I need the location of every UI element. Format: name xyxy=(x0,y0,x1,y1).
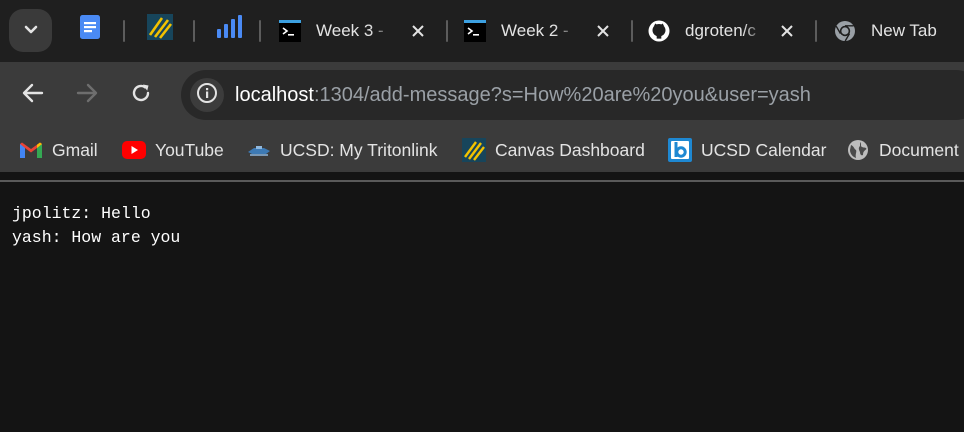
youtube-icon xyxy=(122,138,146,162)
arrow-right-icon xyxy=(76,83,98,108)
close-icon[interactable] xyxy=(776,20,798,42)
chevron-down-icon xyxy=(24,22,38,40)
forward-button[interactable] xyxy=(69,77,105,113)
close-icon[interactable] xyxy=(407,20,429,42)
pinned-tab-docs[interactable] xyxy=(75,14,105,44)
tab-github[interactable]: dgroten/c xyxy=(648,10,808,52)
bookmark-canvas-dashboard[interactable]: Canvas Dashboard xyxy=(462,138,645,162)
gmail-icon xyxy=(19,138,43,162)
url-path: :1304/add-message?s=How%20are%20you&user… xyxy=(313,84,811,106)
reload-icon xyxy=(130,82,152,109)
pinned-tab-canvas[interactable] xyxy=(145,13,175,45)
bookmark-label: UCSD: My Tritonlink xyxy=(280,139,438,160)
bookmark-label: Gmail xyxy=(52,139,98,160)
navigation-toolbar: localhost:1304/add-message?s=How%20are%2… xyxy=(0,62,964,128)
message-line: yash: How are you xyxy=(12,228,181,247)
terminal-icon xyxy=(464,20,486,42)
pinned-tab-analytics[interactable] xyxy=(214,14,244,44)
tab-separator xyxy=(815,20,817,42)
tab-separator xyxy=(193,20,195,42)
google-docs-icon xyxy=(79,14,101,45)
arrow-left-icon xyxy=(22,83,44,108)
tab-title: New Tab xyxy=(871,21,937,40)
back-button[interactable] xyxy=(15,77,51,113)
tab-search-button[interactable] xyxy=(9,9,52,52)
bookmark-label: UCSD Calendar xyxy=(701,139,827,160)
tab-separator xyxy=(259,20,261,42)
message-line: jpolitz: Hello xyxy=(12,204,151,223)
info-icon xyxy=(196,82,218,109)
tab-week-2[interactable]: Week 2 - xyxy=(464,10,624,52)
globe-icon xyxy=(846,138,870,162)
bookmark-label: Document xyxy=(879,139,959,160)
bookmark-ucsd-calendar[interactable]: UCSD Calendar xyxy=(668,138,826,162)
chrome-icon xyxy=(834,20,856,42)
tab-separator xyxy=(446,20,448,42)
bookmark-label: Canvas Dashboard xyxy=(495,139,645,160)
url-text[interactable]: localhost:1304/add-message?s=How%20are%2… xyxy=(235,84,811,107)
site-info-button[interactable] xyxy=(190,78,224,112)
terminal-icon xyxy=(279,20,301,42)
bookmark-youtube[interactable]: YouTube xyxy=(122,138,224,162)
bookmark-gmail[interactable]: Gmail xyxy=(19,138,98,162)
page-content: jpolitz: Hello yash: How are you xyxy=(0,182,964,432)
tab-title: Week 3 - xyxy=(316,21,392,41)
bookmark-tritonlink[interactable]: UCSD: My Tritonlink xyxy=(247,138,438,162)
github-icon xyxy=(648,20,670,42)
tab-separator xyxy=(631,20,633,42)
tab-title: dgroten/c xyxy=(685,21,765,41)
address-bar[interactable]: localhost:1304/add-message?s=How%20are%2… xyxy=(181,70,964,120)
analytics-icon xyxy=(216,14,242,44)
bookmark-label: YouTube xyxy=(155,139,224,160)
canvas-icon xyxy=(147,13,173,45)
bookmarks-bar: Gmail YouTube UCSD: My Tritonlink Canvas… xyxy=(0,128,964,172)
calendar-icon xyxy=(668,138,692,162)
tab-separator xyxy=(123,20,125,42)
tab-week-3[interactable]: Week 3 - xyxy=(279,10,439,52)
url-host: localhost xyxy=(235,84,314,106)
reload-button[interactable] xyxy=(123,77,159,113)
tritonlink-icon xyxy=(247,138,271,162)
close-icon[interactable] xyxy=(592,20,614,42)
canvas-icon xyxy=(462,138,486,162)
bookmark-document[interactable]: Document xyxy=(846,138,959,162)
tab-title: Week 2 - xyxy=(501,21,577,41)
tab-strip: Week 3 - Week 2 - dgroten/c New Tab xyxy=(0,0,964,62)
tab-new-tab[interactable]: New Tab xyxy=(834,10,964,52)
